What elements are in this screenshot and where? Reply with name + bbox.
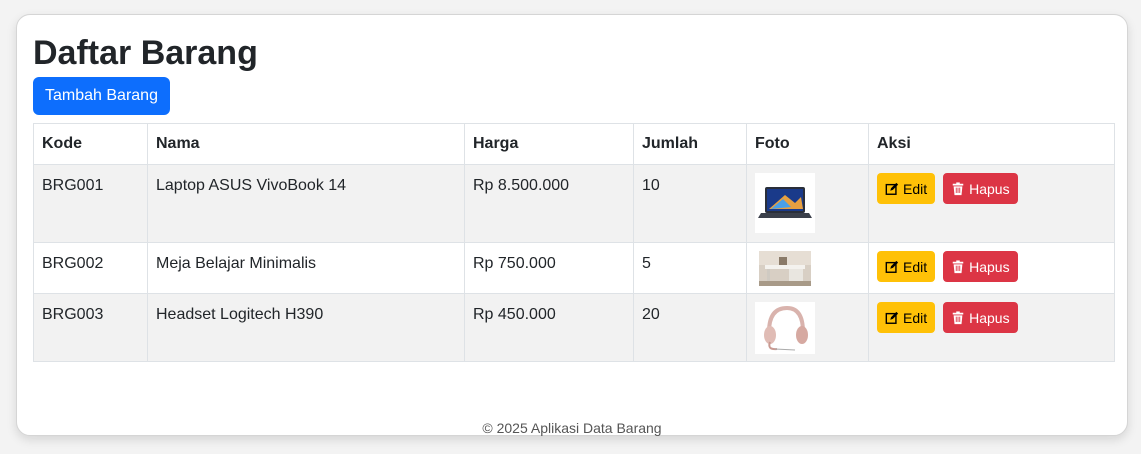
- items-table: Kode Nama Harga Jumlah Foto Aksi BRG001 …: [33, 123, 1115, 362]
- trash-icon: [952, 181, 964, 195]
- trash-icon: [952, 310, 964, 324]
- header-nama: Nama: [147, 123, 465, 165]
- cell-nama: Meja Belajar Minimalis: [147, 242, 465, 294]
- cell-kode: BRG003: [33, 293, 148, 362]
- cell-aksi: Edit Hapus: [868, 242, 1115, 294]
- main-card: Daftar Barang Tambah Barang Kode Nama Ha…: [16, 14, 1128, 436]
- add-item-button[interactable]: Tambah Barang: [33, 77, 170, 115]
- table-row: BRG002 Meja Belajar Minimalis Rp 750.000…: [33, 242, 1115, 294]
- headset-image: [755, 302, 815, 354]
- cell-foto: [746, 293, 869, 362]
- edit-label: Edit: [903, 309, 928, 326]
- trash-icon: [952, 259, 964, 273]
- delete-label: Hapus: [969, 309, 1010, 326]
- cell-jumlah: 20: [633, 293, 747, 362]
- edit-button[interactable]: Edit: [877, 302, 936, 333]
- cell-foto: [746, 164, 869, 243]
- cell-aksi: Edit Hapus: [868, 164, 1115, 243]
- edit-button[interactable]: Edit: [877, 251, 936, 282]
- header-kode: Kode: [33, 123, 148, 165]
- delete-label: Hapus: [969, 180, 1010, 197]
- delete-button[interactable]: Hapus: [943, 251, 1018, 282]
- delete-button[interactable]: Hapus: [943, 173, 1018, 204]
- desk-image: [759, 251, 811, 286]
- cell-jumlah: 5: [633, 242, 747, 294]
- delete-label: Hapus: [969, 258, 1010, 275]
- edit-label: Edit: [903, 180, 928, 197]
- table-row: BRG001 Laptop ASUS VivoBook 14 Rp 8.500.…: [33, 164, 1115, 243]
- page-title: Daftar Barang: [33, 34, 258, 72]
- cell-nama: Laptop ASUS VivoBook 14: [147, 164, 465, 243]
- pencil-square-icon: [885, 182, 899, 195]
- cell-foto: [746, 242, 869, 294]
- cell-jumlah: 10: [633, 164, 747, 243]
- cell-aksi: Edit Hapus: [868, 293, 1115, 362]
- edit-label: Edit: [903, 258, 928, 275]
- header-foto: Foto: [746, 123, 869, 165]
- cell-kode: BRG001: [33, 164, 148, 243]
- table-row: BRG003 Headset Logitech H390 Rp 450.000 …: [33, 293, 1115, 362]
- table-header-row: Kode Nama Harga Jumlah Foto Aksi: [33, 123, 1115, 165]
- delete-button[interactable]: Hapus: [943, 302, 1018, 333]
- pencil-square-icon: [885, 260, 899, 273]
- edit-button[interactable]: Edit: [877, 173, 936, 204]
- cell-harga: Rp 750.000: [464, 242, 634, 294]
- header-jumlah: Jumlah: [633, 123, 747, 165]
- cell-harga: Rp 8.500.000: [464, 164, 634, 243]
- footer-text: © 2025 Aplikasi Data Barang: [482, 420, 662, 436]
- header-aksi: Aksi: [868, 123, 1115, 165]
- header-harga: Harga: [464, 123, 634, 165]
- pencil-square-icon: [885, 311, 899, 324]
- cell-harga: Rp 450.000: [464, 293, 634, 362]
- cell-nama: Headset Logitech H390: [147, 293, 465, 362]
- laptop-image: [755, 173, 815, 233]
- cell-kode: BRG002: [33, 242, 148, 294]
